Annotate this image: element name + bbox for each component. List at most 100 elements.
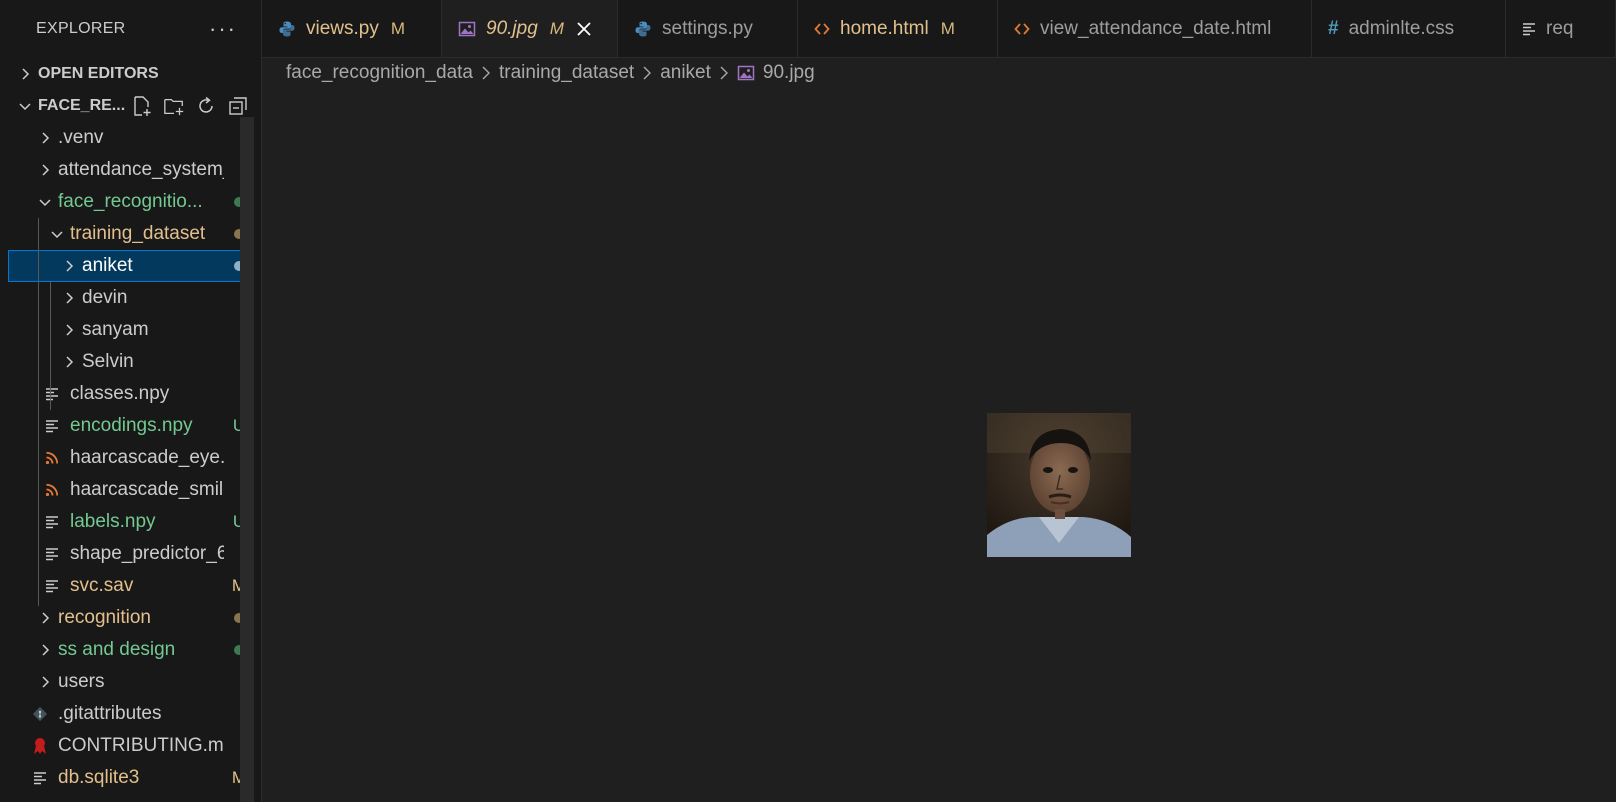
text-file-icon: [44, 387, 60, 401]
editor-tab[interactable]: home.html M: [798, 0, 998, 57]
tree-item-label: ss and design: [58, 639, 176, 660]
git-file-icon: [32, 706, 48, 722]
tree-item-label: users: [58, 671, 105, 692]
folder-item[interactable]: face_recognitio...: [0, 186, 254, 218]
refresh-icon[interactable]: [195, 95, 217, 117]
new-file-icon[interactable]: [131, 95, 153, 117]
image-preview: [987, 413, 1131, 557]
chevron-right-icon: [34, 607, 56, 629]
folder-item[interactable]: users: [0, 666, 254, 698]
explorer-title: EXPLORER: [36, 20, 126, 37]
editor-tab[interactable]: views.py M: [262, 0, 442, 57]
chevron-down-icon: [34, 191, 56, 213]
folder-item[interactable]: attendance_system_fa...: [0, 154, 254, 186]
tree-item-label: shape_predictor_68_...: [70, 543, 224, 564]
python-file-icon: [278, 20, 296, 38]
breadcrumb-segment[interactable]: 90.jpg: [763, 62, 815, 84]
html-file-icon: [814, 21, 830, 37]
open-editors-section[interactable]: OPEN EDITORS: [0, 58, 261, 90]
tree-item-label: Selvin: [82, 351, 134, 372]
collapse-all-icon[interactable]: [227, 95, 249, 117]
explorer-header: EXPLORER ···: [0, 0, 261, 58]
tab-label: home.html: [840, 17, 929, 39]
explorer-scrollbar[interactable]: [240, 117, 254, 802]
chevron-right-icon: [34, 671, 56, 693]
folder-item[interactable]: ss and design: [0, 634, 254, 666]
chevron-right-icon: [718, 65, 730, 81]
close-tab-icon[interactable]: [576, 21, 592, 37]
chevron-right-icon: [58, 255, 80, 277]
more-actions-icon[interactable]: ···: [209, 18, 237, 40]
tree-item-label: haarcascade_eye.xml: [70, 447, 224, 468]
file-item[interactable]: .gitattributes: [0, 698, 254, 730]
chevron-right-icon: [58, 287, 80, 309]
chevron-right-icon: [58, 351, 80, 373]
workspace-folder-header[interactable]: FACE_RE...: [0, 90, 261, 122]
indent-guide: [38, 218, 39, 606]
file-item[interactable]: db.sqlite3 M: [0, 762, 254, 794]
css-file-icon: #: [1328, 17, 1339, 39]
text-file-icon: [1522, 22, 1536, 36]
editor-tab[interactable]: # adminlte.css: [1312, 0, 1506, 57]
modified-indicator: M: [940, 18, 955, 38]
modified-indicator: M: [390, 18, 406, 38]
tree-item-label: aniket: [82, 255, 133, 276]
text-file-icon: [44, 579, 60, 593]
tree-item-label: haarcascade_smile.x...: [70, 479, 224, 500]
tree-item-label: .gitattributes: [58, 703, 162, 724]
text-file-icon: [44, 419, 60, 433]
tree-item-label: recognition: [58, 607, 151, 628]
new-folder-icon[interactable]: [163, 95, 185, 117]
chevron-down-icon: [46, 223, 68, 245]
tab-label: adminlte.css: [1348, 17, 1455, 39]
editor-tab[interactable]: view_attendance_date.html: [998, 0, 1312, 57]
breadcrumb-segment[interactable]: face_recognition_data: [286, 62, 473, 84]
text-file-icon: [44, 547, 60, 561]
face-photo: [987, 413, 1131, 557]
tree-item-label: classes.npy: [70, 383, 170, 404]
tree-item-label: face_recognitio...: [58, 191, 203, 212]
tab-label: views.py: [306, 17, 379, 39]
tree-item-label: db.sqlite3: [58, 767, 140, 788]
folder-item[interactable]: recognition: [0, 602, 254, 634]
chevron-right-icon: [58, 319, 80, 341]
chevron-down-icon: [14, 95, 36, 117]
folder-item[interactable]: .venv: [0, 122, 254, 154]
explorer-sidebar: EXPLORER ··· OPEN EDITORS FACE_RE... .ve…: [0, 0, 262, 802]
xml-file-icon: [44, 483, 60, 497]
editor-tab[interactable]: settings.py: [618, 0, 798, 57]
folder-actions: [131, 95, 249, 117]
xml-file-icon: [44, 451, 60, 465]
workspace-label: FACE_RE...: [38, 97, 126, 114]
editor-tab[interactable]: req: [1506, 0, 1616, 57]
tree-item-label: sanyam: [82, 319, 149, 340]
tab-label: settings.py: [662, 17, 753, 39]
indent-guide: [50, 282, 51, 410]
chevron-right-icon: [34, 159, 56, 181]
tree-item-label: training_dataset: [70, 223, 206, 244]
chevron-right-icon: [641, 65, 653, 81]
text-file-icon: [44, 515, 60, 529]
chevron-right-icon: [34, 639, 56, 661]
tab-label: view_attendance_date.html: [1040, 17, 1272, 39]
file-tree: .venv attendance_system_fa... face_recogni…: [0, 122, 261, 794]
folder-item[interactable]: aniket: [8, 250, 254, 282]
file-item[interactable]: CONTRIBUTING.md: [0, 730, 254, 762]
tree-item-label: attendance_system_fa...: [58, 159, 224, 180]
editor-tab-bar: views.py M 90.jpg Msettings.py home.html Mvie…: [262, 0, 1616, 58]
tree-item-label: svc.sav: [70, 575, 134, 596]
open-editors-label: OPEN EDITORS: [38, 65, 159, 82]
chevron-right-icon: [14, 63, 36, 85]
chevron-right-icon: [34, 127, 56, 149]
editor-tab[interactable]: 90.jpg M: [442, 0, 618, 57]
tree-item-label: CONTRIBUTING.md: [58, 735, 224, 756]
tree-item-label: devin: [82, 287, 128, 308]
tab-label: 90.jpg: [486, 17, 538, 39]
breadcrumb-segment[interactable]: aniket: [660, 62, 711, 84]
modified-indicator: M: [549, 18, 564, 38]
image-file-icon: [458, 20, 476, 38]
image-file-icon: [737, 64, 755, 82]
html-file-icon: [1014, 21, 1030, 37]
breadcrumb-segment[interactable]: training_dataset: [499, 62, 634, 84]
text-file-icon: [32, 771, 48, 785]
